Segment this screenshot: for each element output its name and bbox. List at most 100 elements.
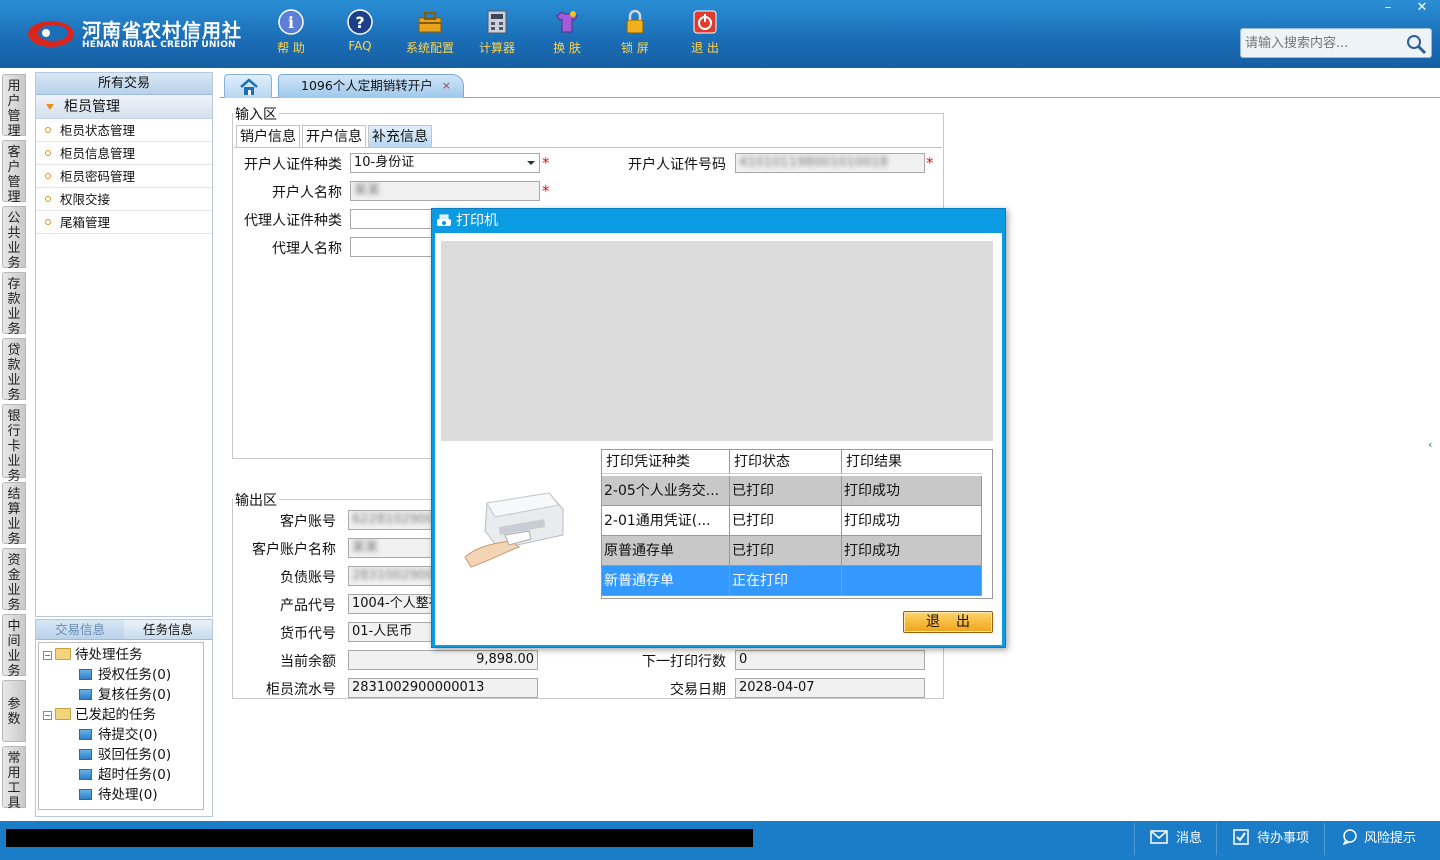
status-bar: 消息 待办事项 风险提示 xyxy=(0,821,1440,860)
holder-id-type-select[interactable]: 10-身份证 xyxy=(350,153,540,173)
faq-button[interactable]: ? FAQ xyxy=(330,8,390,53)
subtab-divider xyxy=(234,147,942,148)
module-side-tabs: 用户管理 客户管理 公共业务 存款业务 贷款业务 银行卡业务 结算业务 资金业务… xyxy=(0,72,30,812)
side-tab-common-tools[interactable]: 常用工具 xyxy=(2,746,26,811)
table-header-row: 打印凭证种类 打印状态 打印结果 xyxy=(602,450,982,474)
tree-node-label: 驳回任务(0) xyxy=(98,747,172,763)
menu-item-teller-password[interactable]: 柜员密码管理 xyxy=(36,165,212,188)
side-tab-funds[interactable]: 资金业务 xyxy=(2,548,26,613)
collapse-arrow-icon[interactable]: ‹ xyxy=(1428,438,1438,451)
minimize-button[interactable]: – xyxy=(1372,0,1404,18)
close-window-button[interactable]: ✕ xyxy=(1406,0,1438,18)
home-tab[interactable] xyxy=(224,74,272,98)
calculator-button[interactable]: 计算器 xyxy=(467,8,527,56)
side-tab-user-mgmt[interactable]: 用户管理 xyxy=(2,74,26,139)
input-subtabs: 销户信息 开户信息 补充信息 xyxy=(236,125,434,147)
teller-serial-label: 柜员流水号 xyxy=(266,682,336,698)
tree-node-rejected[interactable]: 驳回任务(0) xyxy=(79,745,171,765)
column-header-voucher-type: 打印凭证种类 xyxy=(602,450,730,474)
change-skin-button[interactable]: 换 肤 xyxy=(537,8,597,56)
cell-print-result xyxy=(842,566,982,596)
tree-node-initiated[interactable]: − 已发起的任务 xyxy=(43,705,156,725)
tab-personal-fixed-transfer[interactable]: 1096个人定期销转开户 × xyxy=(278,74,464,98)
required-marker: * xyxy=(542,154,550,172)
messages-button[interactable]: 消息 xyxy=(1150,829,1202,849)
bullet-icon xyxy=(45,196,51,202)
help-button[interactable]: i 帮 助 xyxy=(261,8,321,56)
tree-node-to-submit[interactable]: 待提交(0) xyxy=(79,725,158,745)
side-tab-settlement[interactable]: 结算业务 xyxy=(2,482,26,547)
side-tab-loan[interactable]: 贷款业务 xyxy=(2,338,26,403)
lock-screen-button[interactable]: 锁 屏 xyxy=(605,8,665,56)
todo-button[interactable]: 待办事项 xyxy=(1233,829,1309,849)
side-tab-bank-card[interactable]: 银行卡业务 xyxy=(2,404,26,484)
menu-item-permission-handover[interactable]: 权限交接 xyxy=(36,188,212,211)
side-tab-intermediary[interactable]: 中间业务 xyxy=(2,614,26,679)
logo-icon xyxy=(28,21,74,47)
exit-button[interactable]: 退 出 xyxy=(675,8,735,56)
logo-english-text: HENAN RURAL CREDIT UNION xyxy=(82,40,236,50)
collapse-icon[interactable]: − xyxy=(43,651,52,660)
lock-icon xyxy=(626,9,644,34)
print-preview-area xyxy=(441,241,993,441)
status-divider xyxy=(1216,823,1217,855)
system-config-button[interactable]: 系统配置 xyxy=(400,8,460,56)
table-row[interactable]: 2-01通用凭证(... 已打印 打印成功 xyxy=(602,506,982,536)
tree-node-label: 超时任务(0) xyxy=(98,767,172,783)
table-row-selected[interactable]: 新普通存单 正在打印 xyxy=(602,566,982,596)
menu-item-teller-info[interactable]: 柜员信息管理 xyxy=(36,142,212,165)
tree-node-timeout[interactable]: 超时任务(0) xyxy=(79,765,171,785)
output-area-legend: 输出区 xyxy=(233,490,279,510)
menu-item-teller-status[interactable]: 柜员状态管理 xyxy=(36,119,212,142)
tree-node-auth-tasks[interactable]: 授权任务(0) xyxy=(79,665,171,685)
subtab-supplementary-info[interactable]: 补充信息 xyxy=(368,125,432,147)
close-tab-icon[interactable]: × xyxy=(442,75,451,97)
search-icon[interactable] xyxy=(1405,33,1427,55)
task-icon xyxy=(79,769,92,780)
folder-icon xyxy=(55,708,71,720)
app-logo: 河南省农村信用社 HENAN RURAL CREDIT UNION xyxy=(22,12,242,56)
table-row[interactable]: 原普通存单 已打印 打印成功 xyxy=(602,536,982,566)
task-icon xyxy=(79,789,92,800)
select-value: 10-身份证 xyxy=(354,155,415,170)
subtab-open-account-info[interactable]: 开户信息 xyxy=(302,125,366,147)
collapse-icon[interactable]: − xyxy=(43,711,52,720)
tree-node-label: 复核任务(0) xyxy=(98,687,172,703)
todo-label: 待办事项 xyxy=(1257,831,1310,846)
all-transactions-header[interactable]: 所有交易 xyxy=(36,73,212,95)
tab-task-info[interactable]: 任务信息 xyxy=(124,620,212,639)
search-box[interactable] xyxy=(1240,28,1432,58)
menu-item-label: 柜员信息管理 xyxy=(60,146,136,161)
dialog-exit-button[interactable]: 退出 xyxy=(903,611,993,633)
tree-node-pending[interactable]: − 待处理任务 xyxy=(43,645,143,665)
dialog-title-bar[interactable]: 打印机 xyxy=(432,209,1005,233)
calculator-label: 计算器 xyxy=(478,41,515,55)
teller-management-group[interactable]: 柜员管理 xyxy=(36,95,212,119)
menu-item-label: 权限交接 xyxy=(60,192,111,207)
side-tab-deposit[interactable]: 存款业务 xyxy=(2,272,26,337)
risk-alert-button[interactable]: 风险提示 xyxy=(1342,829,1416,849)
folder-icon xyxy=(55,648,71,660)
side-tab-parameters[interactable]: 参数 xyxy=(2,680,26,742)
holder-id-number-field[interactable]: 410101198001010018 xyxy=(735,153,925,173)
tree-node-to-process[interactable]: 待处理(0) xyxy=(79,785,158,805)
bullet-icon xyxy=(45,173,51,179)
subtab-close-account-info[interactable]: 销户信息 xyxy=(236,125,300,147)
search-input[interactable] xyxy=(1241,29,1401,57)
table-row[interactable]: 2-05个人业务交... 已打印 打印成功 xyxy=(602,476,982,506)
agent-id-type-label: 代理人证件种类 xyxy=(244,213,342,229)
top-bar: 河南省农村信用社 HENAN RURAL CREDIT UNION i 帮 助 … xyxy=(0,0,1440,68)
menu-item-label: 尾箱管理 xyxy=(60,215,111,230)
printer-title-icon xyxy=(437,214,451,226)
dropdown-arrow-icon[interactable] xyxy=(527,161,535,165)
side-tab-customer-mgmt[interactable]: 客户管理 xyxy=(2,140,26,205)
menu-item-tail-box[interactable]: 尾箱管理 xyxy=(36,211,212,234)
tab-transaction-info[interactable]: 交易信息 xyxy=(36,620,124,639)
side-tab-public-business[interactable]: 公共业务 xyxy=(2,206,26,271)
holder-name-field[interactable]: 某某 xyxy=(350,181,540,201)
tree-node-review-tasks[interactable]: 复核任务(0) xyxy=(79,685,171,705)
holder-name-label: 开户人名称 xyxy=(272,185,342,201)
tab-label: 1096个人定期销转开户 xyxy=(301,78,433,93)
printer-dialog: 打印机 打印凭证种类 打印状态 打印结果 2-05个人业务交... 已打印 打印… xyxy=(431,208,1006,648)
dialog-body: 打印凭证种类 打印状态 打印结果 2-05个人业务交... 已打印 打印成功 2… xyxy=(435,233,1002,645)
